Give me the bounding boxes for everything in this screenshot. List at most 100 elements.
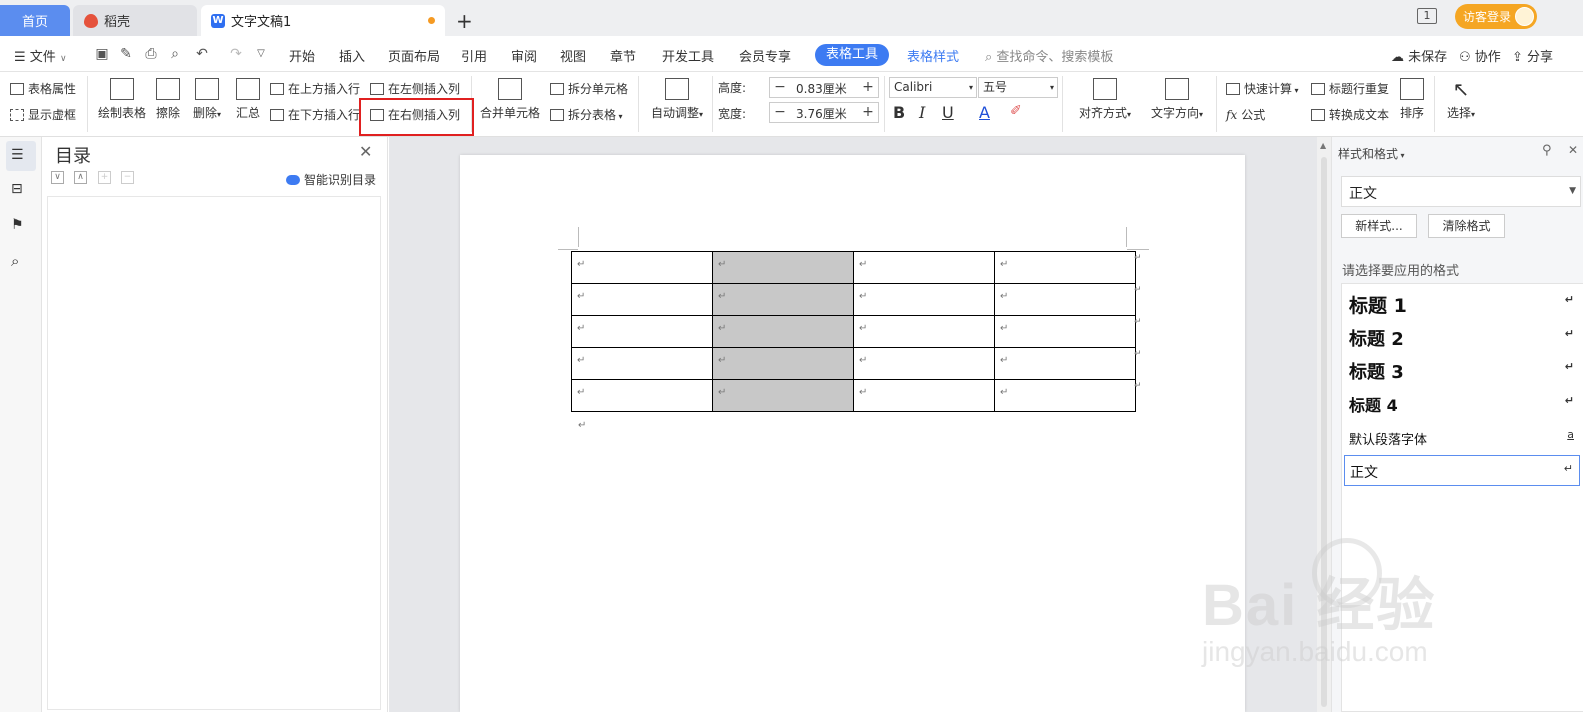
convert-to-text-button[interactable]: 转换成文本: [1311, 106, 1389, 123]
tab-member[interactable]: 会员专享: [739, 46, 791, 65]
font-name-select[interactable]: Calibri ▾: [889, 77, 977, 98]
auto-fit-button[interactable]: 自动调整▾: [648, 78, 706, 121]
customize-toolbar-icon[interactable]: ▽: [253, 46, 269, 62]
table-cell[interactable]: ↵: [853, 251, 995, 284]
save-icon[interactable]: ▣: [94, 46, 110, 62]
table-cell[interactable]: ↵: [994, 347, 1136, 380]
align-button[interactable]: 对齐方式▾: [1074, 78, 1136, 121]
tab-daoke[interactable]: 稻壳: [73, 5, 197, 36]
expand-icon[interactable]: ∨: [51, 171, 64, 184]
quick-calc-button[interactable]: 快速计算 ▾: [1226, 80, 1299, 97]
collapse-icon[interactable]: ∧: [74, 171, 87, 184]
summary-button[interactable]: 汇总: [234, 78, 262, 121]
text-direction-button[interactable]: 文字方向▾: [1146, 78, 1208, 121]
remove-icon[interactable]: −: [121, 171, 134, 184]
tab-page-layout[interactable]: 页面布局: [388, 46, 440, 65]
repeat-header-button[interactable]: 标题行重复: [1311, 80, 1389, 97]
close-icon[interactable]: ✕: [359, 142, 372, 161]
window-mode-icon[interactable]: 1: [1417, 8, 1437, 24]
bookmark-icon[interactable]: ⚑: [11, 217, 29, 235]
vertical-scrollbar[interactable]: ▲: [1317, 137, 1331, 712]
minus-icon[interactable]: −: [770, 78, 790, 97]
formula-button[interactable]: fx 公式: [1226, 106, 1265, 123]
style-heading-3[interactable]: 标题 3 ↵: [1344, 354, 1580, 385]
erase-button[interactable]: 擦除: [154, 78, 182, 121]
tab-section[interactable]: 章节: [610, 46, 636, 65]
document-table[interactable]: ↵ ↵ ↵ ↵ ↵ ↵ ↵ ↵ ↵ ↵ ↵ ↵ ↵ ↵ ↵ ↵ ↵ ↵ ↵ ↵: [571, 251, 1136, 412]
style-heading-1[interactable]: 标题 1 ↵: [1344, 287, 1580, 318]
table-cell[interactable]: ↵: [994, 251, 1136, 284]
table-cell[interactable]: ↵: [571, 283, 713, 316]
toc-panel-icon[interactable]: ☰: [11, 147, 29, 165]
tab-start[interactable]: 开始: [289, 46, 315, 65]
format-painter-icon[interactable]: ✎: [118, 46, 134, 62]
tab-document[interactable]: W 文字文稿1: [201, 5, 445, 36]
close-icon[interactable]: ✕: [1568, 143, 1578, 157]
table-cell[interactable]: ↵: [712, 315, 854, 348]
clear-format-button[interactable]: 清除格式: [1428, 214, 1505, 238]
toc-content-area[interactable]: [47, 196, 381, 710]
search-icon[interactable]: ⌕: [11, 252, 29, 270]
print-icon[interactable]: ⎙: [143, 46, 159, 62]
file-menu[interactable]: ☰ 文件 ∨: [14, 46, 67, 65]
new-style-button[interactable]: 新样式...: [1341, 214, 1417, 238]
scrollbar-track[interactable]: [1321, 157, 1327, 707]
table-cell[interactable]: ↵: [571, 251, 713, 284]
table-cell[interactable]: ↵: [853, 283, 995, 316]
split-cells-button[interactable]: 拆分单元格: [550, 80, 628, 97]
font-size-select[interactable]: 五号 ▾: [978, 77, 1058, 98]
table-cell[interactable]: ↵: [994, 283, 1136, 316]
table-cell[interactable]: ↵: [712, 379, 854, 412]
sort-button[interactable]: 排序: [1398, 78, 1426, 121]
draw-table-button[interactable]: 绘制表格: [97, 78, 147, 121]
merge-cells-button[interactable]: 合并单元格: [480, 78, 540, 121]
pin-icon[interactable]: ⚲: [1542, 143, 1552, 158]
smart-toc-button[interactable]: 智能识别目录: [286, 171, 376, 188]
plus-icon[interactable]: +: [858, 103, 878, 122]
print-preview-icon[interactable]: ⌕: [167, 46, 183, 62]
style-heading-2[interactable]: 标题 2 ↵: [1344, 321, 1580, 352]
tab-table-tools[interactable]: 表格工具: [815, 44, 889, 66]
redo-icon[interactable]: ↷: [228, 46, 244, 62]
visitor-login-button[interactable]: 访客登录: [1455, 4, 1537, 29]
collab-button[interactable]: ⚇ 协作: [1459, 46, 1501, 65]
table-cell[interactable]: ↵: [994, 379, 1136, 412]
insert-row-above-button[interactable]: 在上方插入行: [270, 80, 360, 97]
tab-table-style[interactable]: 表格样式: [907, 46, 959, 65]
tab-view[interactable]: 视图: [560, 46, 586, 65]
insert-col-left-button[interactable]: 在左侧插入列: [370, 80, 460, 97]
table-cell[interactable]: ↵: [853, 347, 995, 380]
tab-insert[interactable]: 插入: [339, 46, 365, 65]
split-table-button[interactable]: 拆分表格 ▾: [550, 106, 623, 123]
tab-review[interactable]: 审阅: [511, 46, 537, 65]
add-icon[interactable]: +: [98, 171, 111, 184]
tab-developer[interactable]: 开发工具: [662, 46, 714, 65]
style-heading-4[interactable]: 标题 4 ↵: [1344, 388, 1580, 419]
table-cell[interactable]: ↵: [571, 315, 713, 348]
style-default-paragraph-font[interactable]: 默认段落字体 a: [1344, 422, 1580, 453]
style-body-text[interactable]: 正文 ↵: [1344, 455, 1580, 486]
tab-references[interactable]: 引用: [461, 46, 487, 65]
command-search[interactable]: ⌕ 查找命令、搜索模板: [985, 46, 1113, 65]
table-cell[interactable]: ↵: [571, 379, 713, 412]
table-cell[interactable]: ↵: [712, 251, 854, 284]
plus-icon[interactable]: +: [858, 78, 878, 97]
minus-icon[interactable]: −: [770, 103, 790, 122]
new-tab-button[interactable]: +: [456, 9, 473, 33]
scroll-up-icon[interactable]: ▲: [1320, 141, 1326, 150]
share-button[interactable]: ⇪ 分享: [1512, 46, 1553, 65]
highlight-icon[interactable]: ✐: [1010, 103, 1022, 119]
table-cell[interactable]: ↵: [853, 379, 995, 412]
italic-button[interactable]: I: [919, 103, 925, 122]
styles-panel-title[interactable]: 样式和格式 ▾: [1338, 145, 1405, 162]
table-cell[interactable]: ↵: [712, 283, 854, 316]
table-cell[interactable]: ↵: [994, 315, 1136, 348]
table-cell[interactable]: ↵: [571, 347, 713, 380]
show-gridlines-button[interactable]: 显示虚框: [10, 106, 76, 123]
document-page[interactable]: ↵ ↵ ↵ ↵ ↵ ↵ ↵ ↵ ↵ ↵ ↵ ↵ ↵ ↵ ↵ ↵ ↵ ↵ ↵ ↵ ↵ ↵ ↵ ↵ ↵ ↵: [460, 155, 1245, 712]
tab-home[interactable]: 首页: [0, 5, 70, 36]
font-color-button[interactable]: A: [979, 103, 990, 122]
insert-row-below-button[interactable]: 在下方插入行: [270, 106, 360, 123]
unsaved-button[interactable]: ☁ 未保存: [1391, 46, 1447, 65]
table-cell[interactable]: ↵: [712, 347, 854, 380]
